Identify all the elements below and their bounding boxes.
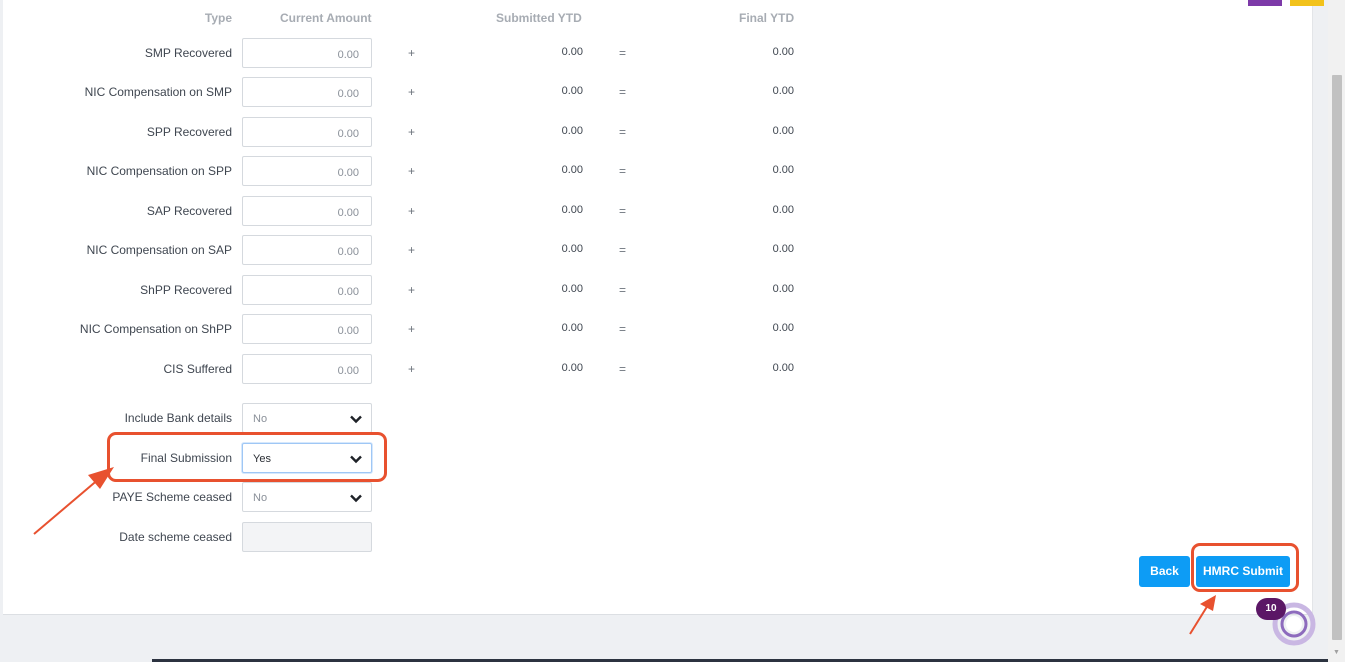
submitted-ytd-value: 0.00 xyxy=(561,164,583,176)
scroll-down-arrow-icon[interactable]: ▼ xyxy=(1333,649,1340,656)
date-ceased-row: Date scheme ceased xyxy=(0,522,820,552)
table-row: CIS Suffered 0.00 + 0.00 = 0.00 xyxy=(0,354,820,384)
final-ytd-value: 0.00 xyxy=(772,204,794,216)
plus-sign: + xyxy=(408,362,416,376)
include-bank-value: No xyxy=(253,413,268,425)
equals-sign: = xyxy=(619,362,627,376)
final-ytd-value: 0.00 xyxy=(772,243,794,255)
equals-sign: = xyxy=(619,243,627,257)
row-label: SAP Recovered xyxy=(146,204,232,218)
row-label: SPP Recovered xyxy=(146,125,232,139)
annotation-arrow-icon xyxy=(1189,595,1216,635)
back-button[interactable]: Back xyxy=(1139,556,1190,587)
final-ytd-value: 0.00 xyxy=(772,85,794,97)
equals-sign: = xyxy=(619,204,627,218)
current-amount-input[interactable]: 0.00 xyxy=(242,196,372,226)
chevron-down-icon xyxy=(350,415,362,424)
plus-sign: + xyxy=(408,164,416,178)
header-type: Type xyxy=(204,11,232,25)
include-bank-select[interactable]: No xyxy=(242,403,372,433)
date-ceased-input[interactable] xyxy=(242,522,372,552)
header-final-ytd: Final YTD xyxy=(739,11,795,25)
plus-sign: + xyxy=(408,46,416,60)
notification-badge[interactable]: 10 xyxy=(1256,598,1286,620)
paye-ceased-label: PAYE Scheme ceased xyxy=(112,490,232,504)
current-amount-input[interactable]: 0.00 xyxy=(242,117,372,147)
date-ceased-label: Date scheme ceased xyxy=(119,530,232,544)
submitted-ytd-value: 0.00 xyxy=(561,85,583,97)
include-bank-row: Include Bank details No xyxy=(0,403,820,433)
equals-sign: = xyxy=(619,322,627,336)
submitted-ytd-value: 0.00 xyxy=(561,322,583,334)
final-ytd-value: 0.00 xyxy=(772,164,794,176)
plus-sign: + xyxy=(408,283,416,297)
plus-sign: + xyxy=(408,322,416,336)
annotation-arrow-icon xyxy=(33,467,114,535)
plus-sign: + xyxy=(408,125,416,139)
paye-ceased-value: No xyxy=(253,492,268,504)
row-label: NIC Compensation on ShPP xyxy=(79,322,232,336)
submitted-ytd-value: 0.00 xyxy=(561,243,583,255)
equals-sign: = xyxy=(619,283,627,297)
row-label: ShPP Recovered xyxy=(140,283,232,297)
submitted-ytd-value: 0.00 xyxy=(561,204,583,216)
header-submitted-ytd: Submitted YTD xyxy=(496,11,582,25)
table-row: ShPP Recovered 0.00 + 0.00 = 0.00 xyxy=(0,275,820,305)
row-label: NIC Compensation on SPP xyxy=(86,164,232,178)
current-amount-input[interactable]: 0.00 xyxy=(242,314,372,344)
equals-sign: = xyxy=(619,85,627,99)
final-ytd-value: 0.00 xyxy=(772,283,794,295)
table-row: SMP Recovered 0.00 + 0.00 = 0.00 xyxy=(0,38,820,68)
table-row: SAP Recovered 0.00 + 0.00 = 0.00 xyxy=(0,196,820,226)
paye-ceased-row: PAYE Scheme ceased No xyxy=(0,482,820,512)
table-row: NIC Compensation on SPP 0.00 + 0.00 = 0.… xyxy=(0,156,820,186)
vertical-scrollbar[interactable]: ▼ xyxy=(1328,0,1345,662)
table-row: NIC Compensation on ShPP 0.00 + 0.00 = 0… xyxy=(0,314,820,344)
annotation-highlight-hmrc-submit xyxy=(1191,543,1299,592)
final-ytd-value: 0.00 xyxy=(772,46,794,58)
final-ytd-value: 0.00 xyxy=(772,362,794,374)
current-amount-input[interactable]: 0.00 xyxy=(242,275,372,305)
include-bank-label: Include Bank details xyxy=(124,411,232,425)
current-amount-input[interactable]: 0.00 xyxy=(242,38,372,68)
scrollbar-thumb[interactable] xyxy=(1332,75,1342,640)
row-label: SMP Recovered xyxy=(144,46,232,60)
annotation-highlight-final-submission xyxy=(107,432,387,482)
row-label: CIS Suffered xyxy=(163,362,232,376)
submitted-ytd-value: 0.00 xyxy=(561,46,583,58)
row-label: NIC Compensation on SMP xyxy=(84,85,232,99)
table-row: SPP Recovered 0.00 + 0.00 = 0.00 xyxy=(0,117,820,147)
current-amount-input[interactable]: 0.00 xyxy=(242,235,372,265)
plus-sign: + xyxy=(408,204,416,218)
corner-accent-yellow xyxy=(1290,0,1324,6)
current-amount-input[interactable]: 0.00 xyxy=(242,354,372,384)
final-ytd-value: 0.00 xyxy=(772,322,794,334)
submitted-ytd-value: 0.00 xyxy=(561,125,583,137)
paye-ceased-select[interactable]: No xyxy=(242,482,372,512)
submitted-ytd-value: 0.00 xyxy=(561,362,583,374)
equals-sign: = xyxy=(619,164,627,178)
row-label: NIC Compensation on SAP xyxy=(86,243,232,257)
plus-sign: + xyxy=(408,85,416,99)
equals-sign: = xyxy=(619,46,627,60)
equals-sign: = xyxy=(619,125,627,139)
current-amount-input[interactable]: 0.00 xyxy=(242,156,372,186)
final-ytd-value: 0.00 xyxy=(772,125,794,137)
table-row: NIC Compensation on SMP 0.00 + 0.00 = 0.… xyxy=(0,77,820,107)
current-amount-input[interactable]: 0.00 xyxy=(242,77,372,107)
chevron-down-icon xyxy=(350,494,362,503)
corner-accent-purple xyxy=(1248,0,1282,6)
header-current-amount: Current Amount xyxy=(280,11,372,25)
submitted-ytd-value: 0.00 xyxy=(561,283,583,295)
table-row: NIC Compensation on SAP 0.00 + 0.00 = 0.… xyxy=(0,235,820,265)
plus-sign: + xyxy=(408,243,416,257)
